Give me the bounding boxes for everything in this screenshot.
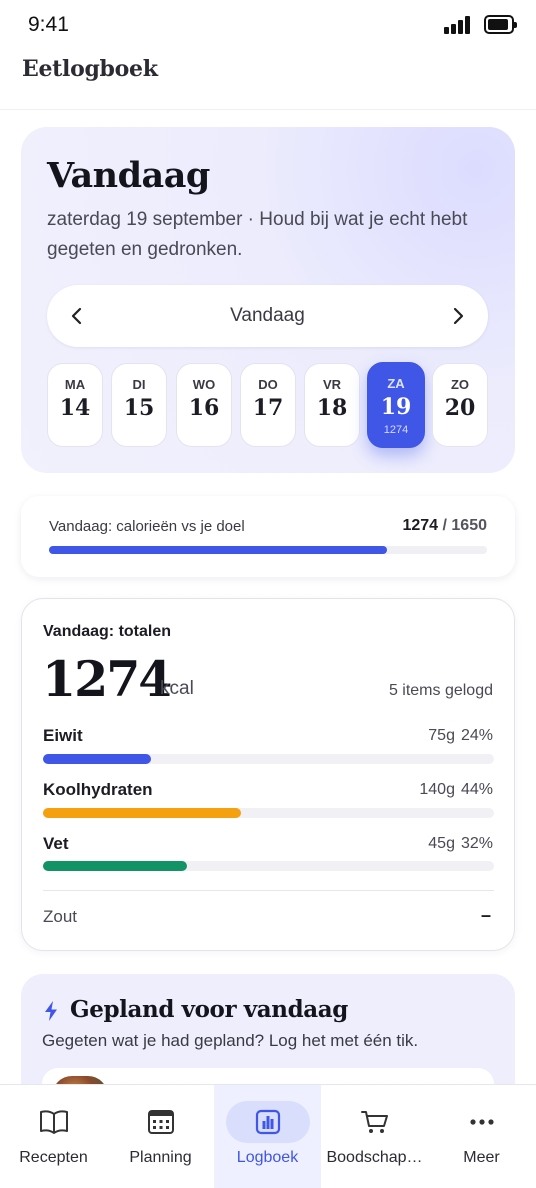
macro-name-protein: Eiwit — [43, 726, 83, 745]
macro-fill-protein — [43, 754, 152, 764]
tab-boodschappen[interactable]: Boodschap… — [321, 1085, 428, 1188]
day-abbr: ZO — [450, 377, 470, 392]
calorie-goal: 1650 — [451, 517, 487, 534]
day-number: 16 — [188, 395, 220, 421]
tab-label: Boodschap… — [326, 1149, 423, 1166]
macro-values-carbs: 140g 44% — [419, 781, 493, 799]
calories-consumed: 1274 — [402, 517, 439, 534]
page-title: Vandaag — [47, 155, 210, 196]
tab-meer[interactable]: Meer — [428, 1085, 535, 1188]
book-icon — [39, 1109, 69, 1135]
macro-grams: 75g — [428, 727, 455, 744]
status-bar: 9:41 — [0, 0, 536, 52]
day-abbr: WO — [192, 377, 216, 392]
calorie-progress-fill — [49, 546, 388, 554]
bolt-icon — [43, 1000, 59, 1022]
battery-icon — [484, 15, 517, 34]
day-pill-wo[interactable]: WO 16 — [176, 363, 232, 447]
divider — [43, 890, 494, 891]
day-pill-za-selected[interactable]: ZA 19 1274 — [367, 362, 425, 448]
today-hero-card: Vandaag zaterdag 19 september · Houd bij… — [21, 127, 515, 473]
tab-logboek[interactable]: Logboek — [214, 1085, 321, 1188]
calorie-progress-value: 1274 / 1650 — [402, 517, 487, 535]
macro-percent: 32% — [460, 835, 493, 852]
macro-fill-carbs — [43, 808, 242, 818]
daily-totals-card: Vandaag: totalen 1274 kcal 5 items gelog… — [21, 598, 515, 951]
day-abbr: ZA — [387, 376, 405, 391]
macro-grams: 45g — [428, 835, 455, 852]
day-abbr: DI — [132, 377, 146, 392]
day-number: 20 — [444, 395, 476, 421]
chart-icon — [253, 1109, 283, 1135]
day-pill-zo[interactable]: ZO 20 — [432, 363, 488, 447]
day-abbr: DO — [258, 377, 278, 392]
day-number: 18 — [316, 395, 348, 421]
bottom-tab-bar: Recepten Planning Logboek Boodschap… Mee… — [0, 1084, 536, 1188]
planned-title: Gepland voor vandaag — [70, 996, 348, 1023]
day-pill-vr[interactable]: VR 18 — [304, 363, 360, 447]
macro-name-carbs: Koolhydraten — [43, 780, 153, 799]
items-logged-count: 5 items gelogd — [388, 682, 493, 699]
tab-label: Logboek — [236, 1149, 299, 1166]
day-number: 17 — [252, 395, 284, 421]
macro-values-fat: 45g 32% — [428, 835, 493, 853]
tab-planning[interactable]: Planning — [107, 1085, 214, 1188]
salt-label: Zout — [43, 907, 78, 926]
cart-icon — [360, 1109, 390, 1135]
page-subtitle: zaterdag 19 september · Houd bij wat je … — [47, 209, 468, 260]
salt-value: – — [480, 905, 491, 925]
macro-grams: 140g — [419, 781, 455, 798]
day-abbr: VR — [322, 377, 342, 392]
day-number: 19 — [380, 394, 412, 420]
day-number: 15 — [123, 395, 155, 421]
more-icon — [467, 1109, 497, 1135]
day-abbr: MA — [64, 377, 86, 392]
calorie-progress-bar — [49, 546, 487, 554]
day-pill-ma[interactable]: MA 14 — [47, 363, 103, 447]
calorie-progress-card: Vandaag: calorieën vs je doel 1274 / 165… — [21, 496, 515, 577]
day-pill-di[interactable]: DI 15 — [111, 363, 167, 447]
day-navigator: Vandaag — [47, 285, 488, 347]
day-pill-do[interactable]: DO 17 — [240, 363, 296, 447]
totals-kcal: 1274 — [42, 650, 172, 708]
tab-recepten[interactable]: Recepten — [0, 1085, 107, 1188]
app-title: Eetlogboek — [22, 56, 158, 82]
day-kcal: 1274 — [383, 424, 409, 436]
tab-label: Planning — [129, 1149, 192, 1166]
day-number: 14 — [59, 395, 91, 421]
app-header: Eetlogboek — [0, 52, 536, 110]
macro-bar-protein — [43, 754, 494, 764]
macro-bar-fat — [43, 861, 494, 871]
calorie-separator: / — [438, 517, 452, 534]
cellular-signal-icon — [444, 16, 470, 34]
totals-unit: kcal — [160, 678, 194, 699]
macro-values-protein: 75g 24% — [428, 727, 493, 745]
macro-fill-fat — [43, 861, 188, 871]
day-navigator-label: Vandaag — [230, 305, 305, 326]
calorie-progress-label: Vandaag: calorieën vs je doel — [49, 518, 245, 535]
planned-subtitle: Gegeten wat je had gepland? Log het met … — [42, 1031, 419, 1050]
macro-name-fat: Vet — [43, 834, 69, 853]
totals-title: Vandaag: totalen — [43, 623, 172, 640]
macro-percent: 24% — [460, 727, 493, 744]
chevron-right-icon[interactable] — [444, 302, 472, 330]
macro-percent: 44% — [460, 781, 493, 798]
tab-label: Meer — [463, 1149, 500, 1166]
calendar-icon — [146, 1109, 176, 1135]
status-time: 9:41 — [28, 13, 69, 36]
tab-label: Recepten — [19, 1149, 88, 1166]
macro-bar-carbs — [43, 808, 494, 818]
